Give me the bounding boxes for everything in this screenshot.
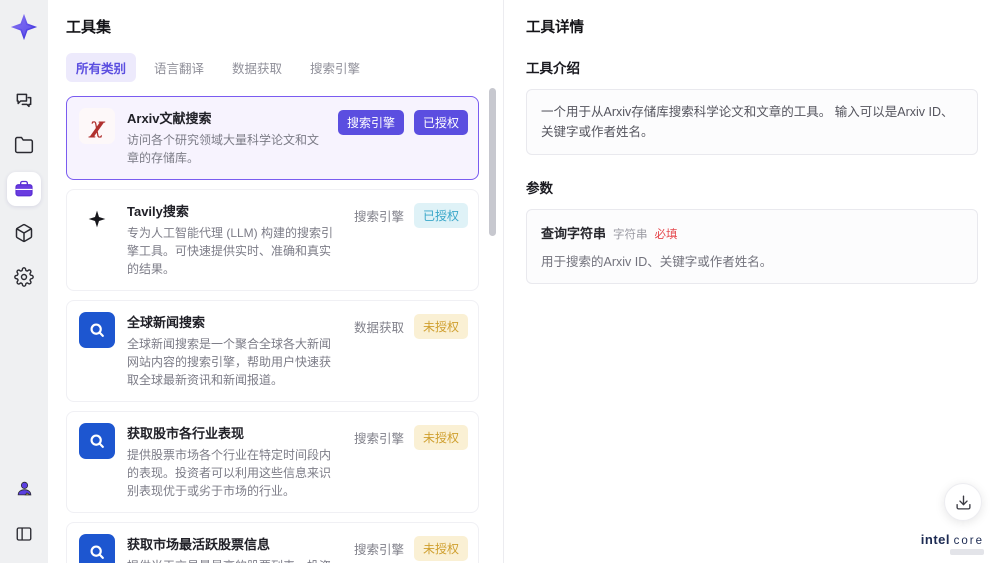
tool-list-item-global-news[interactable]: 全球新闻搜索 全球新闻搜索是一个聚合全球各大新闻网站内容的搜索引擎，帮助用户快速…	[66, 300, 479, 402]
parameter-head: 查询字符串 字符串 必填	[541, 223, 963, 242]
sparkle-icon	[79, 201, 115, 237]
download-button[interactable]	[944, 483, 982, 521]
tab-data-fetch[interactable]: 数据获取	[222, 53, 292, 82]
logo-star-icon	[10, 13, 38, 41]
category-label: 搜索引擎	[353, 543, 404, 557]
tool-meta: 搜索引擎 已授权	[337, 108, 468, 167]
tool-desc: 专为人工智能代理 (LLM) 构建的搜索引擎工具。可快速提供实时、准确和真实的结…	[127, 226, 334, 276]
params-section-title: 参数	[526, 181, 553, 196]
sidebar-bottom	[7, 471, 41, 551]
intel-core-logo: intel core	[921, 532, 984, 547]
status-badge: 未授权	[413, 425, 468, 450]
page-title: 工具集	[66, 19, 112, 36]
tool-text: 全球新闻搜索 全球新闻搜索是一个聚合全球各大新闻网站内容的搜索引擎，帮助用户快速…	[127, 312, 342, 389]
tool-desc: 提供股票市场各个行业在特定时间段内的表现。投资者可以利用这些信息来识别表现优于或…	[127, 448, 332, 498]
category-label: 搜索引擎	[353, 210, 404, 224]
tool-meta: 搜索引擎 已授权	[354, 201, 468, 278]
left-sidebar	[0, 0, 48, 563]
intro-section-title: 工具介绍	[526, 61, 580, 76]
tool-detail-panel: 工具详情 工具介绍 一个用于从Arxiv存储库搜索科学论文和文章的工具。 输入可…	[504, 0, 1000, 563]
parameter-type: 字符串	[613, 229, 648, 241]
sidebar-item-tools[interactable]	[7, 172, 41, 206]
sidebar-item-chat[interactable]	[7, 84, 41, 118]
tool-list-item-stock-sectors[interactable]: 获取股市各行业表现 提供股票市场各个行业在特定时间段内的表现。投资者可以利用这些…	[66, 411, 479, 513]
sidebar-item-settings[interactable]	[7, 260, 41, 294]
tool-list-item-arxiv[interactable]: χ Arxiv文献搜索 访问各个研究领域大量科学论文和文章的存储库。 搜索引擎 …	[66, 96, 479, 180]
tool-title: 获取股市各行业表现	[127, 426, 245, 441]
user-avatar-icon	[17, 481, 31, 495]
tab-all-categories[interactable]: 所有类别	[66, 53, 137, 82]
intel-core-badge: intel core	[921, 532, 984, 555]
list-scrollbar-thumb[interactable]	[489, 88, 496, 236]
download-icon	[955, 494, 971, 510]
collapse-sidebar-button[interactable]	[7, 517, 41, 551]
parameter-card: 查询字符串 字符串 必填 用于搜索的Arxiv ID、关键字或作者姓名。	[526, 209, 978, 284]
tool-title: 获取市场最活跃股票信息	[127, 537, 271, 552]
intel-sub-badge	[950, 549, 984, 555]
tool-desc: 全球新闻搜索是一个聚合全球各大新闻网站内容的搜索引擎，帮助用户快速获取全球最新资…	[127, 337, 332, 387]
blue-search-app-icon	[79, 534, 115, 563]
parameter-desc: 用于搜索的Arxiv ID、关键字或作者姓名。	[541, 255, 773, 269]
category-badge: 搜索引擎	[337, 110, 404, 135]
category-tabs: 所有类别 语言翻译 数据获取 搜索引擎	[66, 53, 479, 82]
tool-text: Arxiv文献搜索 访问各个研究领域大量科学论文和文章的存储库。	[127, 108, 326, 167]
tool-title: 全球新闻搜索	[127, 315, 206, 330]
tool-text: 获取市场最活跃股票信息 提供当天交易量最高的股票列表，投资者可以利用这些信息来识…	[127, 534, 342, 563]
tool-meta: 搜索引擎 未授权	[354, 534, 468, 563]
tool-list-item-tavily[interactable]: Tavily搜索 专为人工智能代理 (LLM) 构建的搜索引擎工具。可快速提供实…	[66, 189, 479, 291]
tool-list-panel: 工具集 所有类别 语言翻译 数据获取 搜索引擎 χ Arxiv文献搜索 访问各个…	[48, 0, 504, 563]
sidebar-nav	[7, 84, 41, 294]
chat-bubbles-icon	[16, 93, 32, 108]
tool-intro-box: 一个用于从Arxiv存储库搜索科学论文和文章的工具。 输入可以是Arxiv ID…	[526, 89, 978, 155]
arxiv-icon: χ	[79, 108, 115, 144]
parameter-required-flag: 必填	[654, 229, 678, 241]
tool-list-item-active-stocks[interactable]: 获取市场最活跃股票信息 提供当天交易量最高的股票列表，投资者可以利用这些信息来识…	[66, 522, 479, 563]
intel-brand-text: intel	[920, 532, 950, 547]
tab-search-engine[interactable]: 搜索引擎	[300, 53, 370, 82]
gear-icon	[14, 267, 34, 287]
tool-meta: 数据获取 未授权	[354, 312, 468, 389]
sidebar-item-files[interactable]	[7, 128, 41, 162]
status-badge: 未授权	[413, 314, 468, 339]
app-logo[interactable]	[9, 12, 39, 42]
status-badge: 未授权	[413, 536, 468, 561]
status-badge: 已授权	[413, 110, 468, 135]
account-avatar[interactable]	[7, 471, 41, 505]
cube-icon	[15, 223, 33, 243]
sidebar-item-plugins[interactable]	[7, 216, 41, 250]
blue-search-app-icon	[79, 312, 115, 348]
tool-text: 获取股市各行业表现 提供股票市场各个行业在特定时间段内的表现。投资者可以利用这些…	[127, 423, 342, 500]
tool-title: Arxiv文献搜索	[127, 111, 212, 126]
panel-collapse-icon	[16, 527, 32, 541]
tool-title: Tavily搜索	[127, 204, 189, 219]
tool-meta: 搜索引擎 未授权	[354, 423, 468, 500]
category-label: 数据获取	[353, 321, 404, 335]
tool-desc: 提供当天交易量最高的股票列表，投资者可以利用这些信息来识别流动性强的股票和潜在的…	[127, 557, 342, 563]
detail-title: 工具详情	[526, 20, 584, 36]
tool-list: χ Arxiv文献搜索 访问各个研究领域大量科学论文和文章的存储库。 搜索引擎 …	[66, 96, 479, 563]
briefcase-icon	[15, 180, 33, 197]
category-label: 搜索引擎	[353, 432, 404, 446]
tool-text: Tavily搜索 专为人工智能代理 (LLM) 构建的搜索引擎工具。可快速提供实…	[127, 201, 342, 278]
folder-icon	[14, 136, 34, 154]
status-badge: 已授权	[413, 203, 468, 228]
blue-search-app-icon	[79, 423, 115, 459]
parameter-name: 查询字符串	[541, 226, 607, 241]
intel-product-text: core	[953, 535, 984, 547]
tab-language-translation[interactable]: 语言翻译	[144, 53, 214, 82]
tool-desc: 访问各个研究领域大量科学论文和文章的存储库。	[127, 133, 320, 165]
